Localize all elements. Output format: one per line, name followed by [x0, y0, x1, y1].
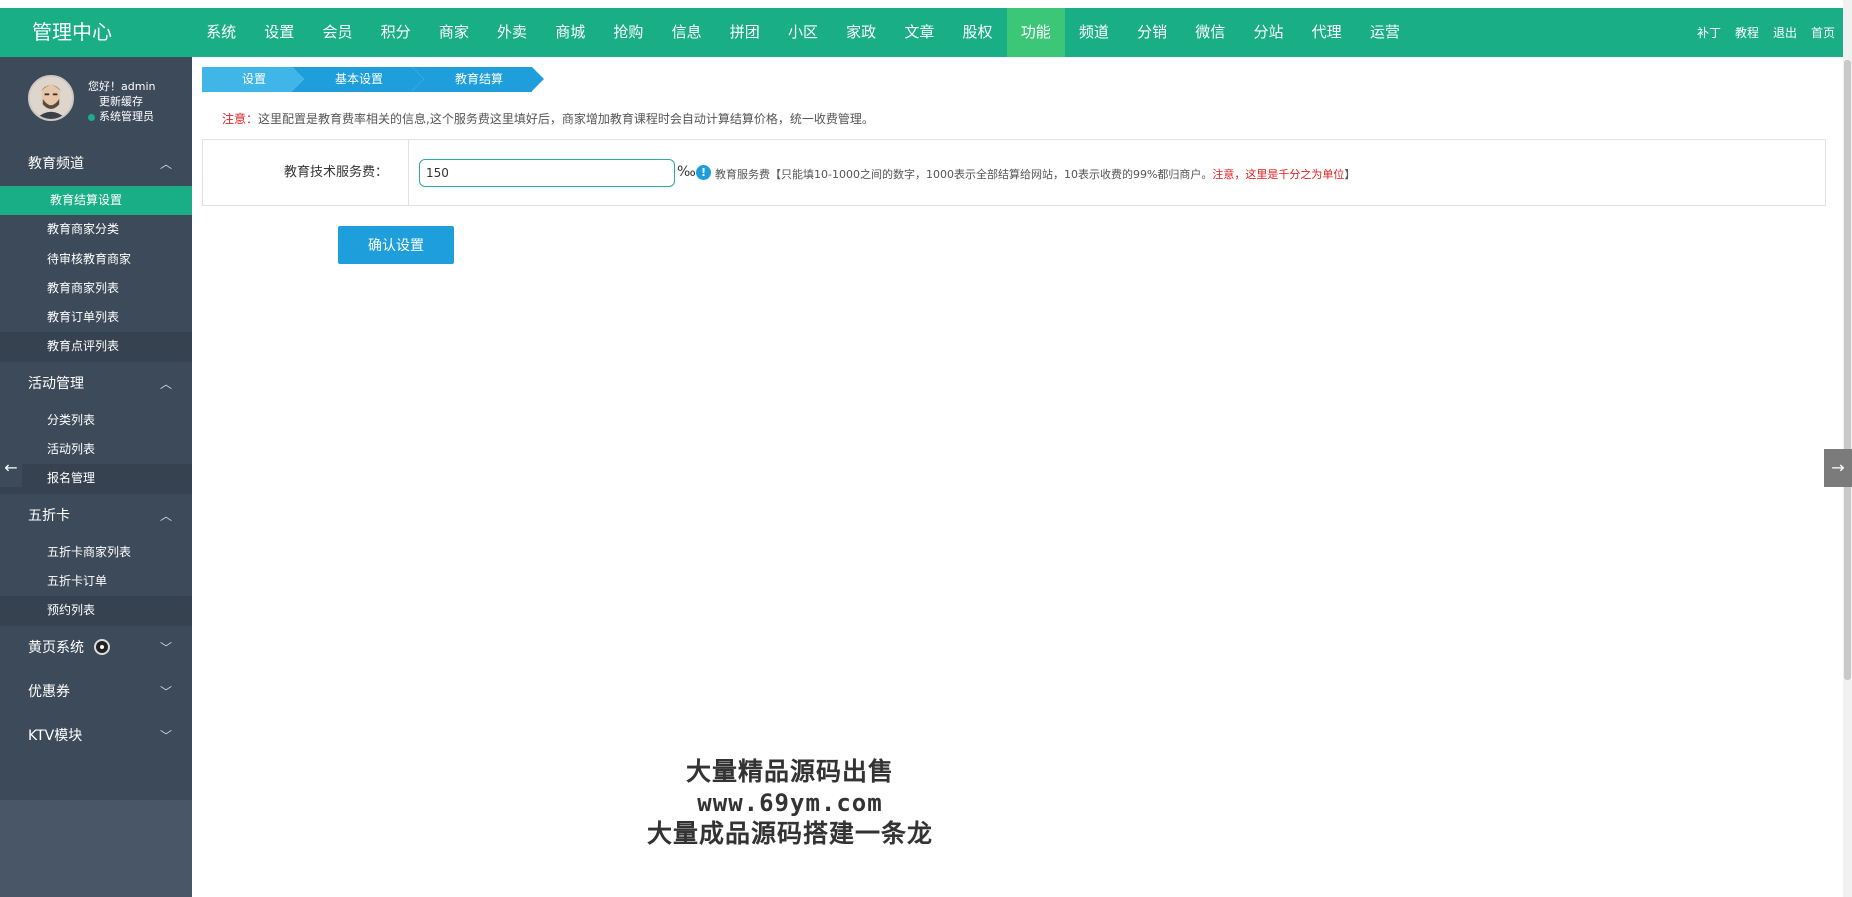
breadcrumb: 设置 基本设置 教育结算 — [202, 67, 544, 92]
nav-item-points[interactable]: 积分 — [367, 8, 425, 57]
nav-item-takeout[interactable]: 外卖 — [483, 8, 541, 57]
scrollbar-thumb[interactable] — [1844, 60, 1851, 680]
help-suffix: 】 — [1344, 168, 1356, 181]
nav-item-flash-sale[interactable]: 抢购 — [599, 8, 657, 57]
nav-item-mall[interactable]: 商城 — [541, 8, 599, 57]
top-bar: 管理中心 系统 设置 会员 积分 商家 外卖 商城 抢购 信息 拼团 小区 家政… — [0, 8, 1843, 57]
user-role: 系统管理员 — [99, 110, 154, 123]
nav-item-articles[interactable]: 文章 — [890, 8, 948, 57]
avatar — [28, 75, 74, 121]
nav-item-functions[interactable]: 功能 — [1006, 8, 1065, 57]
sidebar-group-yellow-pages[interactable]: 黄页系统 ﹀ — [0, 626, 192, 670]
nav-item-merchants[interactable]: 商家 — [425, 8, 483, 57]
nav-item-group-buy[interactable]: 拼团 — [716, 8, 774, 57]
arrow-left-icon[interactable]: ← — [0, 449, 22, 487]
top-right-links: 补丁 教程 退出 首页 — [1697, 8, 1835, 57]
breadcrumb-item-basic-settings[interactable]: 基本设置 — [292, 67, 424, 92]
sidebar-item-education-review-list[interactable]: 教育点评列表 — [0, 332, 192, 362]
sidebar: 您好！admin 更新缓存 系统管理员 教育频道 ︿ 教育结算设置 教育商家分类… — [0, 57, 192, 897]
sidebar-item-reservation-list[interactable]: 预约列表 — [0, 596, 192, 626]
nav-item-settings[interactable]: 设置 — [250, 8, 308, 57]
patch-link[interactable]: 补丁 — [1697, 24, 1721, 41]
notice-label: 注意： — [222, 112, 259, 126]
watermark: 大量精品源码出售 www.69ym.com 大量成品源码搭建一条龙 — [620, 756, 960, 850]
sidebar-footer — [0, 800, 192, 897]
watermark-line-3: 大量成品源码搭建一条龙 — [646, 819, 933, 848]
sidebar-group-label: 五折卡 — [28, 507, 70, 524]
nav-item-system[interactable]: 系统 — [192, 8, 250, 57]
nav-item-distribution[interactable]: 分销 — [1123, 8, 1181, 57]
top-nav: 系统 设置 会员 积分 商家 外卖 商城 抢购 信息 拼团 小区 家政 文章 股… — [192, 8, 1414, 57]
sidebar-group-label: KTV模块 — [28, 727, 83, 744]
watermark-line-1: 大量精品源码出售 — [685, 757, 894, 786]
nav-item-members[interactable]: 会员 — [308, 8, 366, 57]
help-warning: 注意，这里是千分之为单位 — [1212, 168, 1345, 181]
sidebar-group-ktv[interactable]: KTV模块 ﹀ — [0, 714, 192, 758]
notice-text: 注意：这里配置是教育费率相关的信息,这个服务费这里填好后，商家增加教育课程时会自… — [222, 110, 874, 127]
user-greeting: 您好！admin — [88, 80, 156, 93]
chevron-down-icon: ﹀ — [159, 728, 172, 743]
breadcrumb-item-settings[interactable]: 设置 — [202, 67, 304, 92]
chevron-down-icon: ﹀ — [159, 684, 172, 699]
breadcrumb-item-education-settlement: 教育结算 — [412, 67, 544, 92]
nav-item-operations[interactable]: 运营 — [1356, 8, 1414, 57]
chevron-up-icon: ︿ — [159, 157, 172, 171]
nav-item-agents[interactable]: 代理 — [1298, 8, 1356, 57]
form-row-service-fee: 教育技术服务费： ‰ ! 教育服务费【只能填10-1000之间的数字，1000表… — [202, 139, 1826, 206]
sidebar-item-activity-list[interactable]: 活动列表 — [0, 435, 192, 465]
service-fee-input[interactable] — [419, 159, 675, 187]
refresh-cache-link[interactable]: 更新缓存 — [88, 94, 155, 109]
sidebar-item-card-merchant-list[interactable]: 五折卡商家列表 — [0, 537, 192, 567]
sidebar-item-education-merchant-category[interactable]: 教育商家分类 — [0, 215, 192, 245]
chevron-up-icon: ︿ — [159, 376, 172, 391]
permille-unit: ‰ — [677, 164, 696, 180]
sidebar-group-label: 教育频道 — [28, 156, 84, 172]
sidebar-item-education-settlement[interactable]: 教育结算设置 — [0, 186, 192, 216]
chevron-down-icon: ﹀ — [159, 640, 172, 655]
confirm-settings-button[interactable]: 确认设置 — [338, 226, 454, 264]
service-fee-label: 教育技术服务费： — [203, 140, 409, 205]
sidebar-group-activities[interactable]: 活动管理 ︿ — [0, 362, 192, 406]
sidebar-group-label: 活动管理 — [28, 375, 84, 392]
sidebar-group-education[interactable]: 教育频道 ︿ — [0, 142, 192, 186]
user-panel: 您好！admin 更新缓存 系统管理员 — [0, 57, 192, 142]
watermark-line-2: www.69ym.com — [697, 789, 883, 817]
notice-body: 这里配置是教育费率相关的信息,这个服务费这里填好后，商家增加教育课程时会自动计算… — [258, 112, 874, 126]
sidebar-item-pending-education-merchants[interactable]: 待审核教育商家 — [0, 244, 192, 274]
arrow-right-icon[interactable]: → — [1824, 449, 1852, 487]
app-title: 管理中心 — [32, 20, 112, 44]
nav-item-housekeeping[interactable]: 家政 — [832, 8, 890, 57]
home-link[interactable]: 首页 — [1811, 24, 1835, 41]
sidebar-item-registration-management[interactable]: 报名管理 — [0, 464, 192, 494]
avatar-portrait-icon — [30, 77, 72, 119]
sidebar-group-coupons[interactable]: 优惠券 ﹀ — [0, 670, 192, 714]
nav-item-community[interactable]: 小区 — [774, 8, 832, 57]
sidebar-group-label: 优惠券 — [28, 683, 70, 700]
nav-item-substations[interactable]: 分站 — [1239, 8, 1297, 57]
sidebar-item-card-orders[interactable]: 五折卡订单 — [0, 566, 192, 597]
record-icon — [94, 638, 110, 655]
info-icon: ! — [696, 165, 711, 180]
sidebar-item-education-order-list[interactable]: 教育订单列表 — [0, 303, 192, 333]
nav-item-channels[interactable]: 频道 — [1065, 8, 1123, 57]
online-status-icon — [88, 113, 95, 121]
sidebar-group-label: 黄页系统 — [28, 639, 84, 656]
service-fee-help: 教育服务费【只能填10-1000之间的数字，1000表示全部结算给网站，10表示… — [715, 166, 1355, 182]
logout-link[interactable]: 退出 — [1773, 24, 1797, 41]
sidebar-group-half-price-card[interactable]: 五折卡 ︿ — [0, 494, 192, 538]
tutorial-link[interactable]: 教程 — [1735, 24, 1759, 41]
nav-item-info[interactable]: 信息 — [658, 8, 716, 57]
sidebar-item-education-merchant-list[interactable]: 教育商家列表 — [0, 273, 192, 304]
user-info: 您好！admin 更新缓存 系统管理员 — [88, 79, 155, 124]
sidebar-item-category-list[interactable]: 分类列表 — [0, 405, 192, 436]
help-text: 教育服务费【只能填10-1000之间的数字，1000表示全部结算给网站，10表示… — [715, 168, 1213, 181]
nav-item-wechat[interactable]: 微信 — [1181, 8, 1239, 57]
nav-item-equity[interactable]: 股权 — [948, 8, 1006, 57]
chevron-up-icon: ︿ — [159, 508, 172, 523]
